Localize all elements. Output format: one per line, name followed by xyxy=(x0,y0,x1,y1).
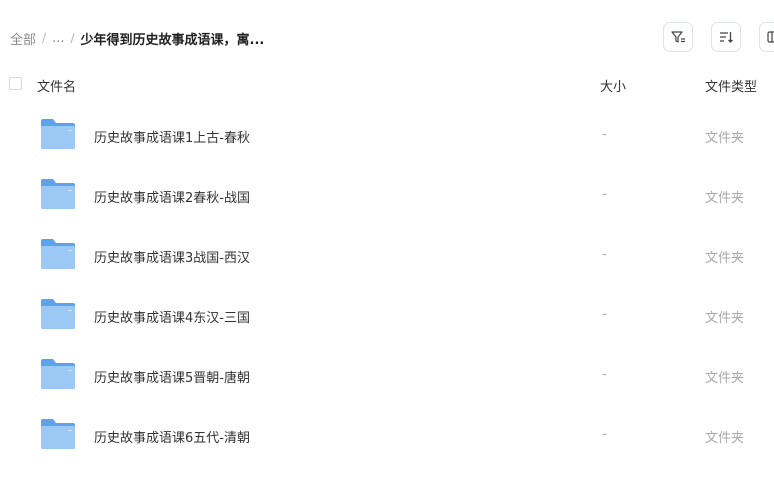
folder-icon xyxy=(41,419,75,449)
table-row[interactable]: 历史故事成语课4东汉-三国 - 文件夹 xyxy=(0,290,774,350)
table-row[interactable]: 历史故事成语课5晋朝-唐朝 - 文件夹 xyxy=(0,350,774,410)
sort-icon xyxy=(720,32,733,43)
breadcrumb-separator: / xyxy=(70,31,75,45)
column-header-type[interactable]: 文件类型 xyxy=(705,76,757,95)
file-type: 文件夹 xyxy=(705,131,745,146)
folder-icon xyxy=(41,119,75,149)
view-toggle-icon xyxy=(767,31,774,43)
table-row[interactable]: 历史故事成语课2春秋-战国 - 文件夹 xyxy=(0,170,774,230)
filter-button[interactable] xyxy=(663,22,693,52)
breadcrumb-current-folder: 少年得到历史故事成语课，寓... xyxy=(80,32,265,48)
table-row[interactable]: 历史故事成语课3战国-西汉 - 文件夹 xyxy=(0,230,774,290)
sort-button[interactable] xyxy=(711,22,741,52)
top-bar: 全部 / ... / 少年得到历史故事成语课，寓... xyxy=(0,0,774,74)
file-size: - xyxy=(602,187,607,202)
view-toggle-button[interactable] xyxy=(759,22,774,52)
table-row[interactable]: 历史故事成语课1上古-春秋 - 文件夹 xyxy=(0,110,774,170)
file-name[interactable]: 历史故事成语课1上古-春秋 xyxy=(94,127,250,146)
file-type: 文件夹 xyxy=(705,311,745,326)
file-size: - xyxy=(602,367,607,382)
folder-icon xyxy=(41,299,75,329)
table-row[interactable]: 历史故事成语课6五代-清朝 - 文件夹 xyxy=(0,410,774,470)
file-name[interactable]: 历史故事成语课2春秋-战国 xyxy=(94,187,250,206)
select-all-checkbox[interactable] xyxy=(9,77,22,90)
table-header: 文件名 大小 文件类型 xyxy=(0,74,774,96)
file-name[interactable]: 历史故事成语课5晋朝-唐朝 xyxy=(94,367,250,386)
folder-icon xyxy=(41,179,75,209)
file-name[interactable]: 历史故事成语课3战国-西汉 xyxy=(94,247,250,266)
breadcrumb-root[interactable]: 全部 xyxy=(10,29,36,48)
file-name[interactable]: 历史故事成语课4东汉-三国 xyxy=(94,307,250,326)
breadcrumb: 全部 / ... / 少年得到历史故事成语课，寓... xyxy=(10,28,264,48)
column-header-name[interactable]: 文件名 xyxy=(37,76,76,95)
file-size: - xyxy=(602,127,607,142)
breadcrumb-ellipsis[interactable]: ... xyxy=(52,31,64,46)
file-type: 文件夹 xyxy=(705,251,745,266)
file-size: - xyxy=(602,307,607,322)
file-name[interactable]: 历史故事成语课6五代-清朝 xyxy=(94,427,250,446)
folder-icon xyxy=(41,239,75,269)
filter-icon xyxy=(671,31,685,43)
file-size: - xyxy=(602,247,607,262)
file-size: - xyxy=(602,427,607,442)
folder-icon xyxy=(41,359,75,389)
file-type: 文件夹 xyxy=(705,191,745,206)
file-type: 文件夹 xyxy=(705,371,745,386)
column-header-size[interactable]: 大小 xyxy=(600,76,626,95)
file-type: 文件夹 xyxy=(705,431,745,446)
breadcrumb-separator: / xyxy=(42,31,47,45)
